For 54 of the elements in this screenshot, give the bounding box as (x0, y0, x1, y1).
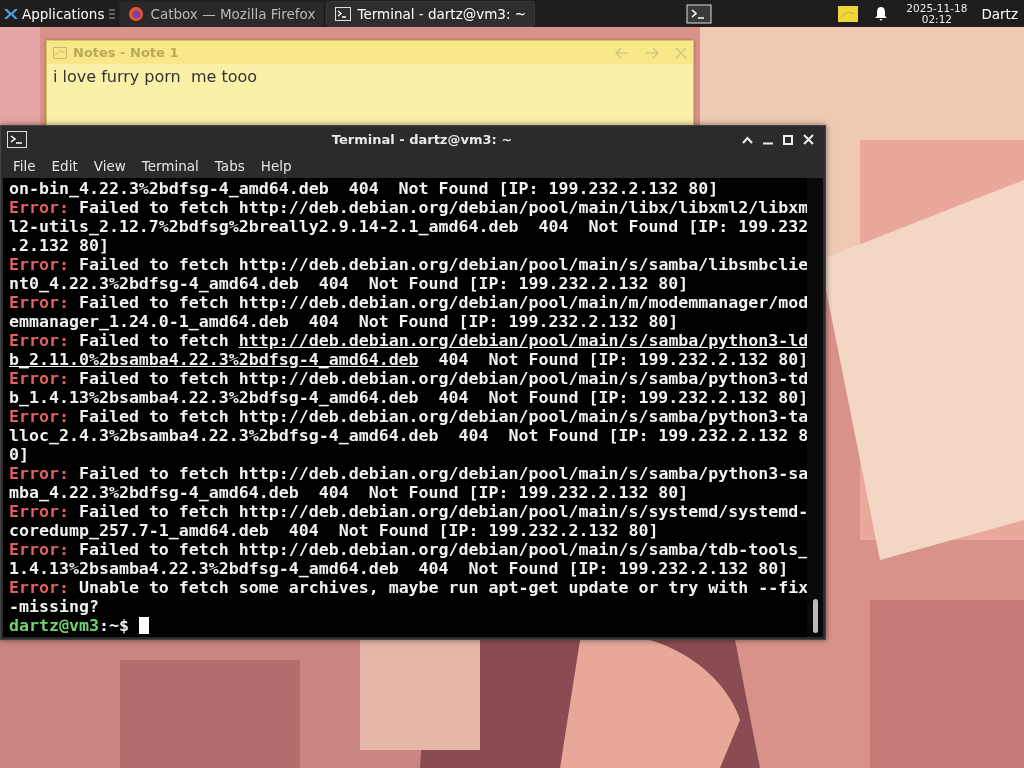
terminal-line: Error: Failed to fetch http://deb.debian.org/debian/pool/main/s/samba/python3-ld (9, 331, 807, 350)
terminal-line: emmanager_1.24.0-1_amd64.deb 404 Not Found [IP: 199.232.2.132 80] (9, 312, 680, 331)
terminal-icon (7, 131, 27, 148)
scrollbar-thumb[interactable] (812, 599, 818, 633)
terminal-line: Error: Failed to fetch http://deb.debian.org/debian/pool/main/s/samba/python3-sa (9, 464, 807, 483)
maximize-icon (783, 134, 793, 145)
text-cursor (138, 617, 149, 634)
browser-icon (128, 5, 145, 22)
terminal-line: Error: Unable to fetch some archives, maybe run apt-get update or try with --fix (9, 578, 807, 597)
menu-item[interactable]: View (85, 157, 134, 174)
terminal-line: Error: Failed to fetch http://deb.debian.org/debian/pool/main/m/modemmanager/mod (9, 293, 807, 312)
terminal-line: 1.4.13%2bsamba4.22.3%2bdfsg-4_amd64.deb 404 Not Found [IP: 199.232.2.132 80] (9, 559, 790, 578)
terminal-line: Error: Failed to fetch http://deb.debian.org/debian/pool/main/libx/libxml2/libxm (9, 198, 807, 217)
task-button[interactable]: Terminal - dartz@vm3: ~ (326, 0, 536, 27)
terminal-line: nt0_4.22.3%2bdfsg-4_amd64.deb 404 Not Found [IP: 199.232.2.132 80] (9, 274, 690, 293)
close-icon (803, 134, 814, 145)
menu-item[interactable]: Edit (43, 157, 86, 174)
terminal-line: b_1.4.13%2bsamba4.22.3%2bdfsg-4_amd64.deb 404 Not Found [IP: 199.232.2.132 80] (9, 388, 807, 407)
menu-item[interactable]: Terminal (133, 157, 207, 174)
prompt-path: :~$ (98, 616, 129, 635)
note-icon (53, 46, 67, 59)
terminal-line: Error: Failed to fetch http://deb.debian.org/debian/pool/main/s/samba/libsmbclie (9, 255, 807, 274)
applications-menu[interactable]: Applications (0, 0, 108, 27)
terminal-icon (335, 6, 352, 21)
link[interactable]: b_2.11.0%2bsamba4.22.3%2bdfsg-4_amd64.deb (9, 350, 419, 369)
menu-item[interactable]: File (5, 157, 44, 174)
terminal-line: -missing? (9, 597, 100, 616)
minimize-icon (763, 141, 773, 145)
menu-item[interactable]: Help (252, 157, 300, 174)
terminal-line: Error: Failed to fetch http://deb.debian.org/debian/pool/main/s/samba/python3-td (9, 369, 807, 388)
window-title: Terminal - dartz@vm3: ~ (330, 132, 514, 147)
terminal-line: Error: Failed to fetch http://deb.debian.org/debian/pool/main/s/samba/python3-ta (9, 407, 807, 426)
clock[interactable]: 2025-11-18 02:12 (896, 2, 978, 25)
terminal-line: b_2.11.0%2bsamba4.22.3%2bdfsg-4_amd64.deb 404 Not Found [IP: 199.232.2.132 80] (9, 350, 807, 369)
separator-icon (109, 8, 116, 19)
notes-title: Notes - Note 1 (73, 45, 180, 60)
terminal-line: l2-utils_2.12.7%2bdfsg%2breally2.9.14-2.1_amd64.deb 404 Not Found [IP: 199.232 (9, 217, 807, 236)
notes-icon[interactable] (838, 5, 859, 22)
note-text[interactable]: i love furry porn me tooo (47, 64, 693, 89)
terminal-launcher-icon[interactable] (686, 3, 713, 24)
user-name[interactable]: Dartz (977, 5, 1024, 22)
task-button[interactable]: Catbox — Mozilla Firefox (119, 0, 325, 27)
menu-item[interactable]: Tabs (206, 157, 253, 174)
terminal-line: .2.132 80] (9, 236, 110, 255)
terminal-line: on-bin_4.22.3%2bdfsg-4_amd64.deb 404 Not Found [IP: 199.232.2.132 80] (9, 179, 720, 198)
terminal-line: 0] (9, 445, 30, 464)
terminal-line: lloc_2.4.3%2bsamba4.22.3%2bdfsg-4_amd64.deb 404 Not Found [IP: 199.232.2.132 8 (9, 426, 807, 445)
link[interactable]: http://deb.debian.org/debian/pool/main/s/samba/python3-ld (238, 331, 807, 350)
prompt-user: dartz@vm3 (9, 616, 99, 635)
terminal-line: Error: Failed to fetch http://deb.debian.org/debian/pool/main/s/systemd/systemd- (9, 502, 807, 521)
bell-icon[interactable] (874, 5, 889, 22)
terminal-line: coredump_257.7-1_amd64.deb 404 Not Found [IP: 199.232.2.132 80] (9, 521, 660, 540)
caret-up-icon (742, 135, 753, 144)
terminal-line: mba_4.22.3%2bdfsg-4_amd64.deb 404 Not Found [IP: 199.232.2.132 80] (9, 483, 690, 502)
